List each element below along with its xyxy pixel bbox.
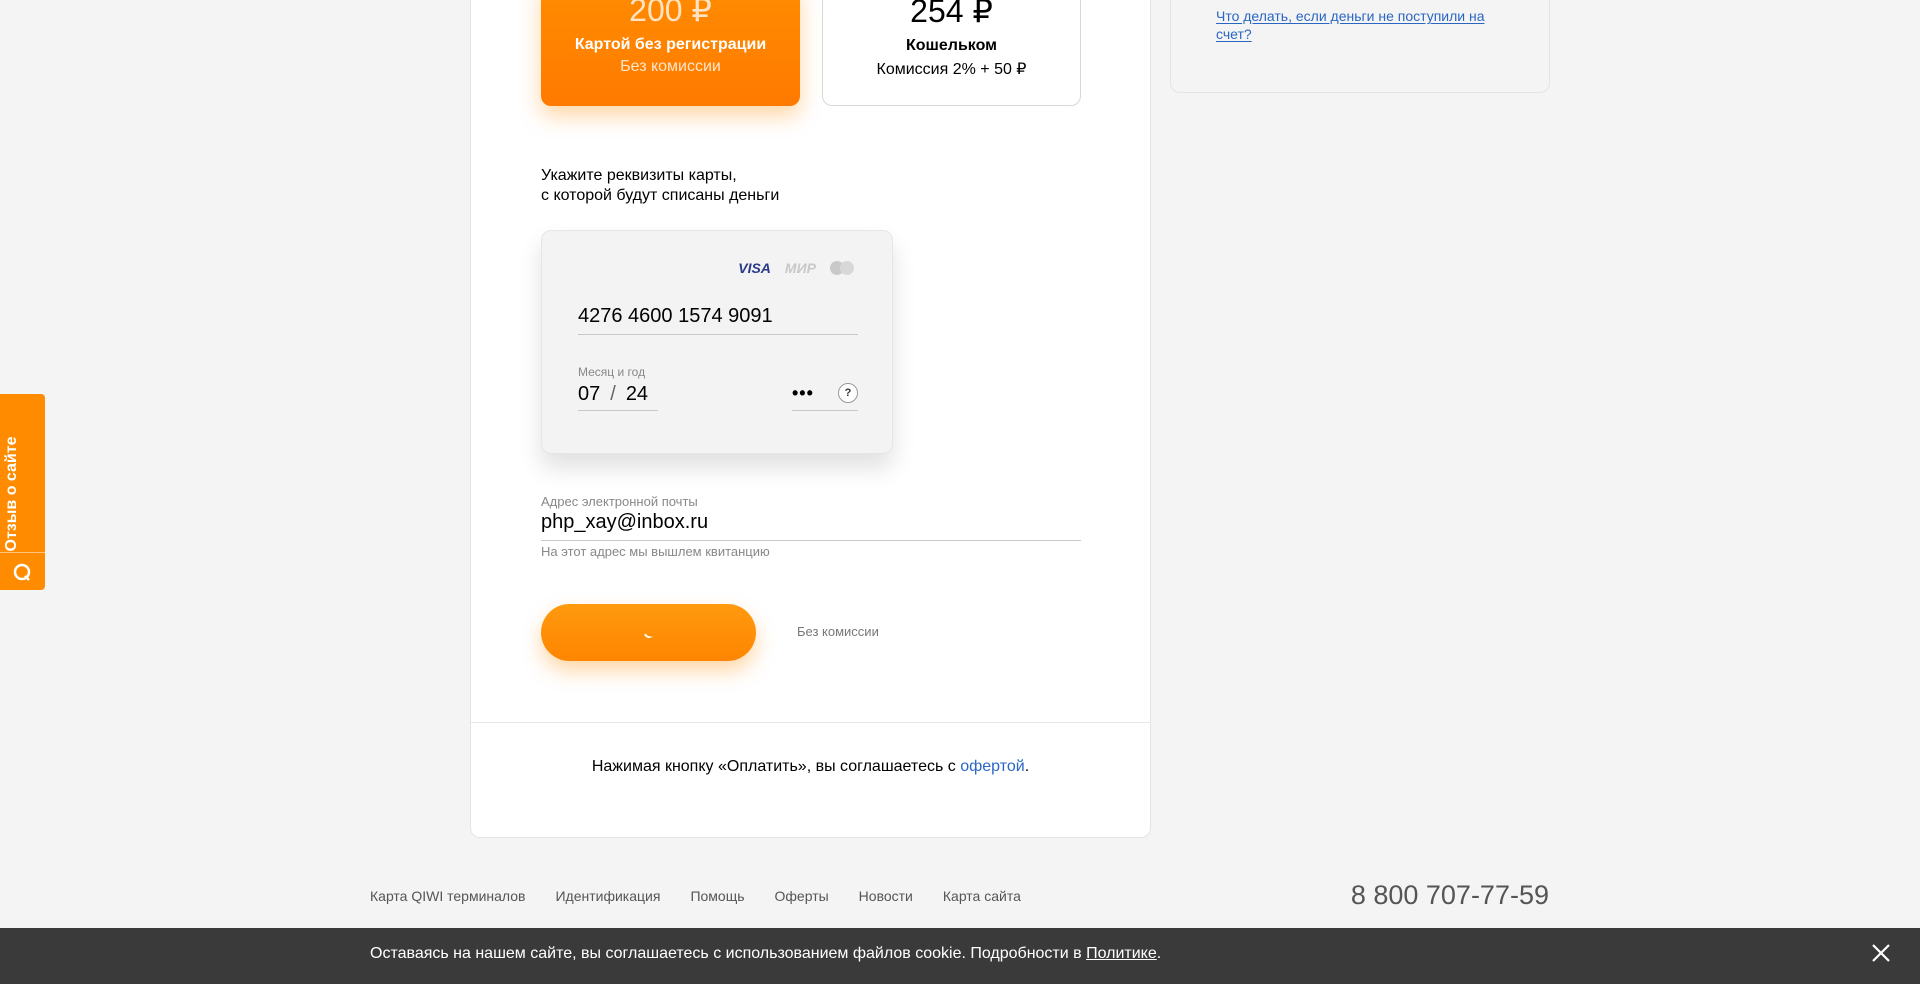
close-icon[interactable] [1870, 942, 1892, 971]
cookie-text: Оставаясь на нашем сайте, вы соглашаетес… [370, 945, 1087, 962]
expiry-input[interactable]: 07 / 24 [578, 383, 658, 411]
card-instruction: Укажите реквизиты карты, с которой будут… [541, 166, 779, 206]
chat-icon [12, 562, 32, 587]
expiry-separator: / [610, 383, 616, 405]
email-label: Адрес электронной почты [541, 494, 698, 509]
feedback-divider [0, 552, 45, 553]
pay-button[interactable] [541, 604, 756, 661]
offer-text: Нажимая кнопку «Оплатить», вы соглашаете… [591, 758, 961, 775]
method-card-wallet[interactable]: 254 ₽ Кошельком Комиссия 2% + 50 ₽ [822, 0, 1081, 106]
loading-spinner-icon [641, 625, 656, 640]
method-amount: 254 ₽ [910, 0, 993, 29]
help-panel: Что делать, если деньги не поступили на … [1170, 0, 1550, 93]
footer-link-offers[interactable]: Оферты [775, 888, 829, 904]
method-subtitle: Без комиссии [620, 58, 721, 75]
cookie-banner: Оставаясь на нашем сайте, вы соглашаетес… [0, 928, 1920, 984]
card-form: VISA МИР 4276 4600 1574 9091 Месяц и год… [541, 230, 893, 454]
expiry-month: 07 [578, 383, 601, 405]
method-card-no-registration[interactable]: 200 ₽ Картой без регистрации Без комисси… [541, 0, 800, 106]
offer-notice: Нажимая кнопку «Оплатить», вы соглашаете… [471, 758, 1150, 776]
footer-link-help[interactable]: Помощь [690, 888, 744, 904]
footer-nav: Карта QIWI терминалов Идентификация Помо… [370, 888, 1021, 904]
footer-link-terminals[interactable]: Карта QIWI терминалов [370, 888, 525, 904]
method-title: Кошельком [906, 37, 997, 54]
payment-panel: 200 ₽ Картой без регистрации Без комисси… [470, 0, 1151, 838]
support-phone[interactable]: 8 800 707-77-59 [1351, 880, 1549, 911]
email-hint: На этот адрес мы вышлем квитанцию [541, 544, 770, 559]
method-subtitle: Комиссия 2% + 50 ₽ [876, 61, 1027, 78]
feedback-label: Отзыв о сайте [3, 436, 20, 552]
expiry-label: Месяц и год [578, 365, 646, 379]
mastercard-icon [830, 261, 856, 275]
card-instruction-line1: Укажите реквизиты карты, [541, 167, 737, 184]
feedback-tab[interactable]: Отзыв о сайте [0, 394, 45, 590]
expiry-year: 24 [625, 383, 649, 405]
method-amount: 200 ₽ [629, 0, 712, 28]
cookie-policy-link[interactable]: Политике [1086, 945, 1157, 962]
cookie-text-block: Оставаясь на нашем сайте, вы соглашаетес… [370, 945, 1161, 963]
card-brands: VISA МИР [738, 260, 856, 276]
commission-note: Без комиссии [797, 624, 879, 639]
footer-link-sitemap[interactable]: Карта сайта [943, 888, 1021, 904]
offer-end: . [1024, 758, 1030, 775]
cookie-end: . [1156, 945, 1162, 962]
mir-icon: МИР [784, 260, 816, 276]
card-instruction-line2: с которой будут списаны деньги [541, 187, 780, 204]
divider [471, 722, 1150, 723]
email-input[interactable]: php_xay@inbox.ru [541, 511, 1081, 541]
money-not-received-link[interactable]: Что делать, если деньги не поступили на … [1216, 7, 1516, 43]
offer-link[interactable]: офертой [960, 758, 1025, 775]
card-number-input[interactable]: 4276 4600 1574 9091 [578, 305, 858, 335]
visa-icon: VISA [738, 260, 771, 276]
cvc-help-icon[interactable]: ? [838, 383, 858, 403]
method-title: Картой без регистрации [574, 36, 767, 53]
footer-link-news[interactable]: Новости [859, 888, 913, 904]
footer-link-identification[interactable]: Идентификация [555, 888, 660, 904]
